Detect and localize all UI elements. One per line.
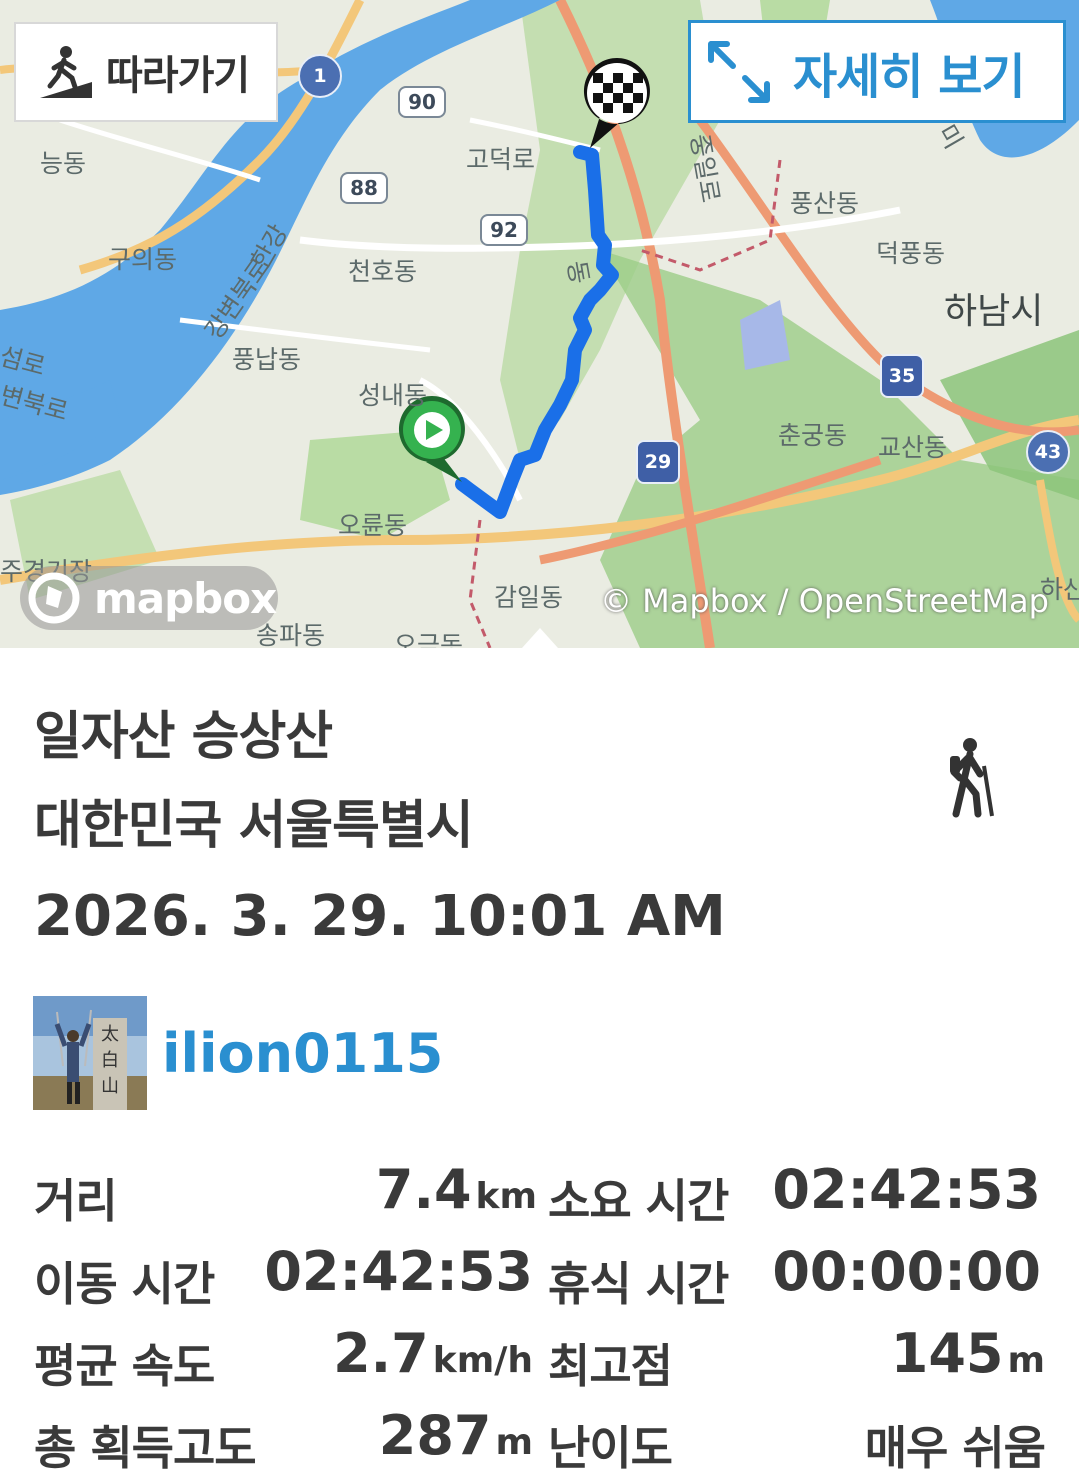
- max-altitude-value: 145 m: [890, 1322, 1045, 1385]
- map-label: 하남시: [944, 291, 1044, 332]
- route-shield: 92: [480, 214, 528, 246]
- map-label: 춘궁동: [778, 421, 848, 450]
- distance-label: 거리: [34, 1174, 118, 1228]
- hiker-walking-icon: [40, 46, 92, 98]
- follow-button-label: 따라가기: [106, 53, 250, 99]
- rest-time-value: 00:00:00: [772, 1240, 1041, 1303]
- map-view[interactable]: 고덕로 천호동 구의동 능동 풍납동 성내동 오륜동 감일동 송파동 오금동 풍…: [0, 0, 1079, 648]
- map-label: 성내동: [358, 381, 428, 410]
- mapbox-logo-icon: [28, 572, 80, 624]
- difficulty-label: 난이도: [548, 1421, 673, 1475]
- route-shield: 35: [880, 354, 924, 398]
- map-label: 교산동: [878, 433, 948, 462]
- map-label: 덕풍동: [876, 239, 946, 268]
- detail-view-label: 자세히 보기: [793, 48, 1026, 105]
- route-shield: 1: [298, 54, 342, 98]
- moving-time-label: 이동 시간: [34, 1257, 215, 1311]
- route-shield: 43: [1026, 430, 1070, 474]
- finish-flag-icon: [583, 58, 650, 148]
- avatar[interactable]: 太白山: [33, 996, 147, 1110]
- hiking-icon: [950, 738, 994, 818]
- username-link[interactable]: ilion0115: [162, 1022, 443, 1085]
- map-label: 천호동: [348, 257, 418, 286]
- map-label: 오금동: [394, 631, 464, 648]
- avg-speed-label: 평균 속도: [34, 1339, 215, 1393]
- activity-datetime: 2026. 3. 29. 10:01 AM: [34, 884, 726, 949]
- map-label: 오륜동: [338, 511, 408, 540]
- moving-time-value: 02:42:53: [264, 1240, 533, 1303]
- route-shield: 29: [636, 440, 680, 484]
- map-label: 감일동: [494, 583, 564, 612]
- follow-button[interactable]: 따라가기: [14, 22, 278, 122]
- map-attribution[interactable]: © Mapbox / OpenStreetMap: [600, 582, 1049, 620]
- max-altitude-label: 최고점: [548, 1339, 673, 1393]
- duration-label: 소요 시간: [548, 1174, 729, 1228]
- duration-value: 02:42:53: [772, 1158, 1041, 1221]
- avg-speed-value: 2.7 km/h: [333, 1322, 533, 1385]
- elevation-gain-label: 총 획득고도: [34, 1421, 257, 1475]
- route-shield: 90: [398, 86, 446, 118]
- mapbox-logo-text: mapbox: [94, 573, 277, 623]
- route-shield: 88: [340, 172, 388, 204]
- rest-time-label: 휴식 시간: [548, 1257, 729, 1311]
- elevation-gain-value: 287 m: [378, 1404, 533, 1467]
- difficulty-value: 매우 쉬움: [864, 1421, 1046, 1475]
- avatar-sign: 太白山: [101, 1024, 119, 1097]
- activity-location: 대한민국 서울특별시: [34, 796, 474, 856]
- detail-view-button[interactable]: 자세히 보기: [688, 20, 1066, 123]
- map-label: 풍납동: [232, 345, 302, 374]
- map-label: 능동: [40, 149, 87, 178]
- map-label: 구의동: [108, 245, 178, 274]
- expand-arrows-icon: [708, 40, 770, 103]
- map-label: 고덕로: [466, 145, 536, 174]
- map-label: 풍산동: [790, 189, 860, 218]
- avatar-image: [33, 996, 147, 1110]
- mapbox-logo[interactable]: mapbox: [20, 566, 278, 630]
- distance-value: 7.4 km: [375, 1158, 537, 1221]
- activity-title: 일자산 승상산: [34, 707, 333, 767]
